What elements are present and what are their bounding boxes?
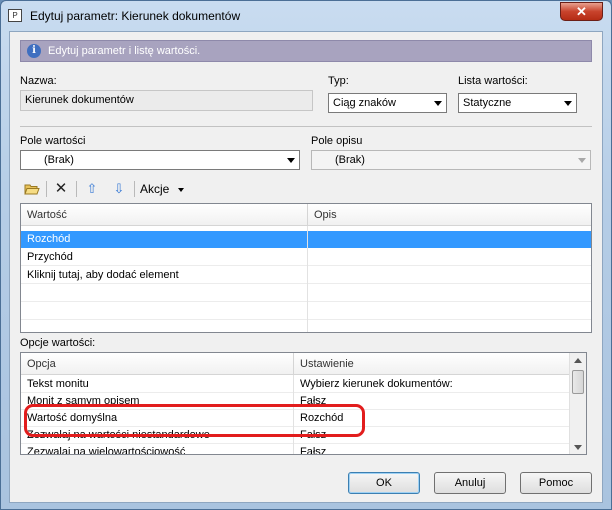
description-cell[interactable] [308,249,591,266]
toolbar-separator [134,181,135,197]
divider [20,126,592,127]
option-setting[interactable]: Wybierz kierunek dokumentów: [294,376,569,393]
title-bar[interactable]: P Edytuj parametr: Kierunek dokumentów ✕ [1,1,611,31]
option-row[interactable]: Tekst monitu Wybierz kierunek dokumentów… [21,376,569,393]
empty-row [21,285,591,302]
value-field-label: Pole wartości [20,135,86,147]
folder-open-icon[interactable] [22,179,42,199]
table-row[interactable]: Przychód [21,249,591,266]
chevron-down-icon [177,187,184,192]
options-grid-header: Opcja Ustawienie [21,353,569,375]
description-field-label: Pole opisu [311,135,363,147]
parameter-icon: P [8,9,22,22]
close-button[interactable]: ✕ [560,2,603,21]
info-icon: i [27,44,41,58]
scroll-up-icon[interactable] [574,358,582,363]
toolbar-separator [46,181,47,197]
arrow-up-icon[interactable]: ⇧ [83,179,101,199]
info-bar: i Edytuj parametr i listę wartości. [20,40,592,62]
list-type-label: Lista wartości: [458,75,528,87]
add-element-cell[interactable]: Kliknij tutaj, aby dodać element [21,267,307,284]
value-cell[interactable]: Przychód [21,249,307,266]
option-name: Zezwalaj na wielowartościowość [27,446,186,455]
help-button[interactable]: Pomoc [520,472,592,494]
description-field-select-value: (Brak) [335,154,365,166]
option-setting[interactable]: Fałsz [294,444,569,454]
window-title: Edytuj parametr: Kierunek dokumentów [30,9,241,23]
values-table-header: Wartość Opis [21,204,591,226]
description-cell[interactable] [308,267,591,284]
values-table: Wartość Opis Rozchód Przychód Kliknij tu… [20,203,592,333]
scroll-down-icon[interactable] [574,445,582,450]
column-header-description[interactable]: Opis [308,204,591,226]
value-cell[interactable]: Rozchód [21,231,307,248]
value-field-select-value: (Brak) [44,154,74,166]
table-row[interactable]: Rozchód [21,231,591,248]
option-name: Tekst monitu [27,378,89,390]
type-select[interactable]: Ciąg znaków [328,93,447,113]
scrollbar-thumb[interactable] [572,370,584,394]
highlight-annotation [24,404,365,437]
description-cell[interactable] [308,231,591,248]
name-field[interactable]: Kierunek dokumentów [20,90,313,111]
list-type-select[interactable]: Statyczne [458,93,577,113]
dialog-client-area: i Edytuj parametr i listę wartości. Nazw… [9,31,603,503]
empty-row [21,303,591,320]
column-header-setting[interactable]: Ustawienie [294,353,569,375]
list-type-select-value: Statyczne [463,97,512,109]
delete-x-icon[interactable]: ✕ [51,179,71,199]
ok-button[interactable]: OK [348,472,420,494]
description-field-select[interactable]: (Brak) [311,150,591,170]
type-select-value: Ciąg znaków [333,97,396,109]
column-divider [307,226,308,332]
dialog-window: P Edytuj parametr: Kierunek dokumentów ✕… [0,0,612,510]
chevron-down-icon [434,101,442,106]
arrow-down-icon[interactable]: ⇩ [110,179,128,199]
option-row[interactable]: Zezwalaj na wielowartościowość Fałsz [21,444,569,455]
chevron-down-icon [287,158,295,163]
actions-menu-button[interactable]: Akcje [140,179,190,199]
column-header-value[interactable]: Wartość [21,204,308,226]
chevron-down-icon [564,101,572,106]
cancel-button[interactable]: Anuluj [434,472,506,494]
actions-menu-label: Akcje [140,182,170,196]
column-header-option[interactable]: Opcja [21,353,294,375]
options-label: Opcje wartości: [20,337,96,349]
name-label: Nazwa: [20,75,57,87]
options-scrollbar[interactable] [569,353,586,454]
type-label: Typ: [328,75,349,87]
table-row[interactable]: Kliknij tutaj, aby dodać element [21,267,591,284]
info-text: Edytuj parametr i listę wartości. [48,45,201,57]
chevron-down-icon [578,158,586,163]
value-field-select[interactable]: (Brak) [20,150,300,170]
toolbar-separator [76,181,77,197]
